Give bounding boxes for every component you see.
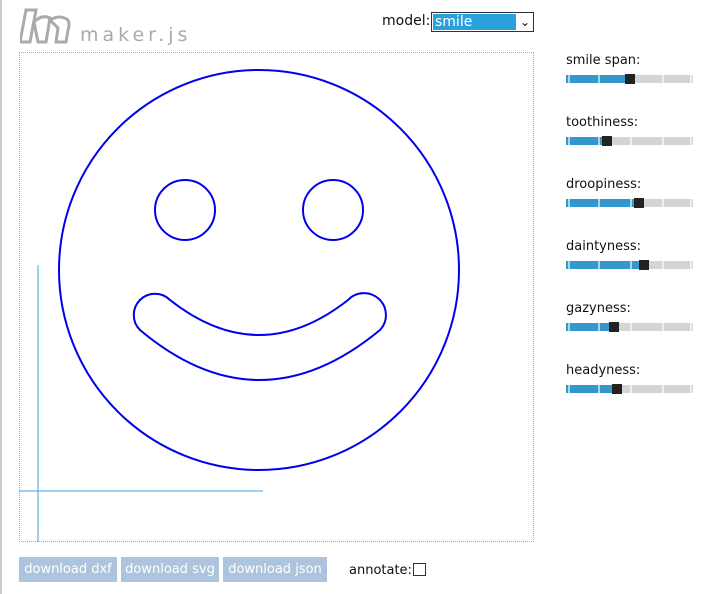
slider-tick bbox=[630, 261, 632, 269]
slider-tick bbox=[690, 385, 692, 393]
param-daintyness: daintyness: bbox=[566, 238, 693, 300]
slider-tick bbox=[690, 75, 692, 83]
slider-tick bbox=[598, 385, 600, 393]
slider[interactable] bbox=[566, 384, 693, 394]
maker-js-logo-icon bbox=[20, 8, 71, 44]
head-circle bbox=[58, 69, 460, 471]
drawing-canvas[interactable] bbox=[19, 52, 534, 542]
param-label: droopiness: bbox=[566, 177, 642, 192]
slider-tick bbox=[598, 261, 600, 269]
slider-tick bbox=[690, 261, 692, 269]
download-dxf-button[interactable]: download dxf bbox=[19, 557, 117, 582]
slider-tick bbox=[598, 199, 600, 207]
slider-tick bbox=[662, 385, 664, 393]
param-headyness: headyness: bbox=[566, 362, 693, 424]
right-eye bbox=[302, 179, 364, 241]
param-label: smile span: bbox=[566, 53, 641, 68]
annotate-checkbox[interactable] bbox=[413, 563, 426, 576]
param-label: daintyness: bbox=[566, 239, 642, 254]
param-smile-span: smile span: bbox=[566, 52, 693, 114]
slider-tick bbox=[598, 323, 600, 331]
slider-tick bbox=[568, 137, 570, 145]
parameter-panel: smile span: toothiness: droopiness: dain… bbox=[566, 52, 693, 424]
slider-thumb[interactable] bbox=[639, 260, 649, 270]
download-svg-button[interactable]: download svg bbox=[121, 557, 219, 582]
slider[interactable] bbox=[566, 74, 693, 84]
smile-drawing bbox=[19, 69, 460, 542]
slider-tick bbox=[568, 261, 570, 269]
slider-fill bbox=[566, 261, 639, 269]
slider-tick bbox=[662, 75, 664, 83]
slider-fill bbox=[566, 75, 625, 83]
param-gazyness: gazyness: bbox=[566, 300, 693, 362]
slider-fill bbox=[566, 199, 634, 207]
param-label: gazyness: bbox=[566, 301, 631, 316]
slider-thumb[interactable] bbox=[634, 198, 644, 208]
param-label: headyness: bbox=[566, 363, 641, 378]
param-label: toothiness: bbox=[566, 115, 639, 130]
slider-thumb[interactable] bbox=[625, 74, 635, 84]
slider-tick bbox=[630, 323, 632, 331]
slider-tick bbox=[630, 137, 632, 145]
param-droopiness: droopiness: bbox=[566, 176, 693, 238]
slider-tick bbox=[568, 323, 570, 331]
slider[interactable] bbox=[566, 198, 693, 208]
chevron-down-icon: ⌄ bbox=[519, 15, 530, 29]
slider-fill bbox=[566, 323, 609, 331]
left-border bbox=[0, 0, 2, 594]
slider-tick bbox=[690, 199, 692, 207]
mouth bbox=[132, 292, 387, 381]
slider-thumb[interactable] bbox=[612, 384, 622, 394]
model-label: model: bbox=[382, 13, 431, 29]
param-toothiness: toothiness: bbox=[566, 114, 693, 176]
slider-tick bbox=[690, 137, 692, 145]
slider-fill bbox=[566, 385, 612, 393]
slider-tick bbox=[630, 385, 632, 393]
annotate-label: annotate: bbox=[349, 563, 412, 578]
model-select[interactable]: smile ⌄ bbox=[431, 12, 534, 32]
slider-tick bbox=[662, 323, 664, 331]
download-json-button[interactable]: download json bbox=[223, 557, 327, 582]
slider-tick bbox=[598, 137, 600, 145]
slider-thumb[interactable] bbox=[602, 136, 612, 146]
slider-tick bbox=[598, 75, 600, 83]
slider-tick bbox=[662, 261, 664, 269]
slider-fill bbox=[566, 137, 602, 145]
slider-tick bbox=[568, 199, 570, 207]
model-select-value: smile bbox=[433, 14, 516, 30]
slider[interactable] bbox=[566, 136, 693, 146]
logo-text: maker.js bbox=[80, 24, 192, 46]
slider-tick bbox=[662, 137, 664, 145]
slider-tick bbox=[630, 199, 632, 207]
slider-tick bbox=[690, 323, 692, 331]
slider[interactable] bbox=[566, 260, 693, 270]
slider[interactable] bbox=[566, 322, 693, 332]
slider-tick bbox=[568, 75, 570, 83]
slider-tick bbox=[568, 385, 570, 393]
slider-tick bbox=[662, 199, 664, 207]
slider-thumb[interactable] bbox=[609, 322, 619, 332]
left-eye bbox=[154, 179, 216, 241]
